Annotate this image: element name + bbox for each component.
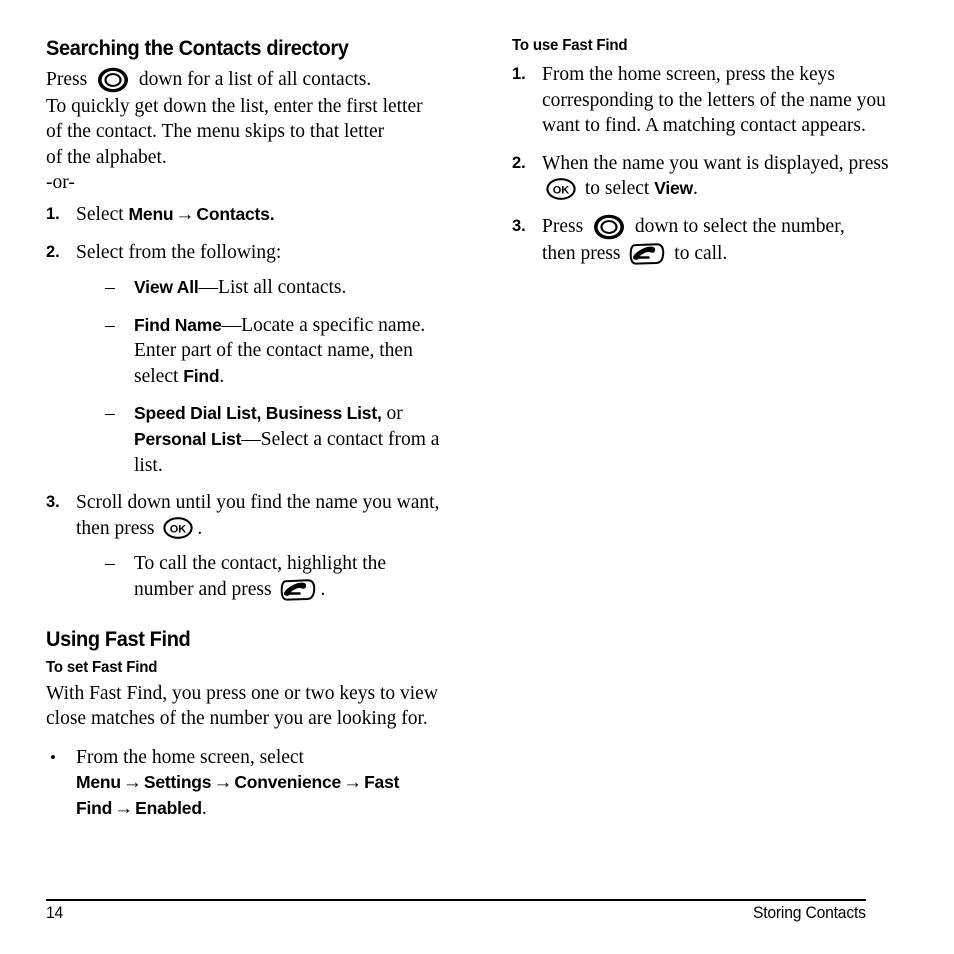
- arrow-icon: →: [175, 203, 195, 225]
- left-column: Searching the Contacts directory Press d…: [46, 36, 442, 822]
- heading-to-use-fast-find: To use Fast Find: [512, 37, 628, 54]
- page-columns: Searching the Contacts directory Press d…: [46, 36, 908, 822]
- ok-key-icon: OK: [546, 178, 576, 200]
- manual-page: Searching the Contacts directory Press d…: [0, 0, 954, 954]
- footer-section-label: Storing Contacts: [753, 904, 866, 922]
- dash-marker: –: [105, 314, 115, 336]
- bullet-marker: •: [50, 747, 56, 767]
- bullet-suffix: .: [201, 798, 207, 819]
- option-find-name: – Find Name—Locate a specific name. Enter…: [105, 313, 442, 390]
- use-step-2-number: 2.: [512, 153, 526, 172]
- use-step-3-text-a: down to select the number,: [634, 215, 845, 237]
- page-footer: 14 Storing Contacts: [46, 904, 866, 923]
- ok-key-icon: OK: [163, 517, 194, 540]
- svg-text:OK: OK: [170, 524, 187, 536]
- or-separator: -or-: [46, 172, 75, 194]
- set-para-line-1: With Fast Find, you press one or two key…: [46, 682, 438, 704]
- arrow-icon: →: [122, 772, 142, 794]
- step-1-number: 1.: [46, 204, 60, 223]
- step-2-text: Select from the following:: [76, 241, 282, 263]
- option-find-name-tail: .: [219, 365, 225, 387]
- menu-item-menu: Menu: [128, 203, 174, 224]
- dash-marker: –: [105, 553, 115, 575]
- menu-item-find-name: Find Name: [134, 314, 222, 335]
- intro-line-4: of the alphabet.: [46, 146, 167, 168]
- use-step-3-number: 3.: [512, 216, 526, 235]
- heading-using-fast-find: Using Fast Find: [46, 626, 191, 651]
- menu-item-view: View: [654, 178, 693, 199]
- use-fast-find-steps: 1. From the home screen, press the keys …: [512, 62, 908, 266]
- option-view-all: – View All—List all contacts.: [105, 275, 442, 301]
- use-step-3: 3. Press down to select the number, then…: [512, 214, 908, 266]
- menu-item-settings: Settings: [143, 772, 212, 793]
- option-call-contact-text: To call the contact, highlight the numbe…: [134, 553, 387, 601]
- footer-divider: [46, 899, 866, 901]
- bullet-enable-fast-find: • From the home screen, select Menu → Setti…: [46, 745, 442, 822]
- step-3-period: .: [197, 517, 203, 539]
- menu-item-speed-business-list: Speed Dial List, Business List,: [134, 403, 382, 424]
- menu-item-contacts: Contacts.: [196, 203, 275, 224]
- step-3-options: – To call the contact, highlight the numb…: [76, 551, 442, 602]
- menu-item-view-all: View All: [134, 277, 199, 298]
- intro-line-2: To quickly get down the list, enter the …: [46, 95, 423, 117]
- em-dash: —: [198, 277, 219, 299]
- intro-paragraph: Press down for a list of all contacts. T…: [46, 67, 442, 170]
- searching-steps-list: 1. Select Menu → Contacts. 2. Select from …: [46, 202, 442, 603]
- menu-item-menu: Menu: [76, 772, 121, 793]
- option-call-contact-period: .: [320, 579, 326, 601]
- step-2-options: – View All—List all contacts. – Find Name—…: [76, 275, 442, 478]
- use-step-3-text-b: then press: [542, 242, 621, 264]
- call-key-icon: [629, 242, 665, 265]
- em-dash: —: [221, 314, 242, 336]
- arrow-icon: →: [343, 772, 363, 794]
- bullet-prefix: From the home screen, select: [76, 746, 304, 768]
- use-step-3-text-c: to call.: [674, 242, 728, 264]
- use-step-2-text-b: to select: [584, 178, 655, 200]
- step-3: 3. Scroll down until you find the name y…: [46, 490, 442, 602]
- heading-to-set-fast-find: To set Fast Find: [46, 658, 158, 676]
- use-step-3-press: Press: [542, 215, 584, 237]
- dash-marker: –: [105, 277, 115, 299]
- use-step-2-text: When the name you want is displayed, pre…: [542, 152, 889, 174]
- navigation-key-icon: [97, 67, 129, 93]
- right-column: To use Fast Find 1. From the home screen…: [512, 36, 908, 266]
- set-para-line-2: close matches of the number you are look…: [46, 708, 428, 730]
- step-2: 2. Select from the following: – View All—…: [46, 240, 442, 479]
- menu-item-enabled: Enabled: [135, 798, 202, 818]
- option-lists: – Speed Dial List, Business List, or Pers…: [105, 401, 442, 478]
- intro-line-3: of the contact. The menu skips to that l…: [46, 121, 385, 143]
- step-1-prefix: Select: [76, 203, 129, 225]
- step-3-number: 3.: [46, 493, 60, 512]
- option-view-all-desc: List all contacts.: [218, 277, 347, 299]
- set-fast-find-paragraph: With Fast Find, you press one or two key…: [46, 681, 442, 732]
- menu-item-personal-list: Personal List: [134, 429, 242, 450]
- arrow-icon: →: [114, 798, 134, 819]
- navigation-key-icon: [593, 214, 625, 240]
- use-step-1-text: From the home screen, press the keys cor…: [542, 64, 886, 137]
- option-call-contact: – To call the contact, highlight the numb…: [105, 551, 442, 602]
- arrow-icon: →: [213, 772, 233, 794]
- use-step-2: 2. When the name you want is displayed, …: [512, 151, 908, 202]
- option-lists-mid: or: [381, 403, 403, 425]
- intro-after-icon: down for a list of all contacts.: [138, 69, 372, 90]
- page-number: 14: [46, 904, 64, 922]
- use-step-1-number: 1.: [512, 65, 526, 83]
- heading-searching-contacts: Searching the Contacts directory: [46, 36, 349, 60]
- step-3-text: Scroll down until you find the name you …: [76, 492, 440, 539]
- set-fast-find-bullets: • From the home screen, select Menu → Setti…: [46, 745, 442, 822]
- call-key-icon: [280, 578, 316, 601]
- use-step-2-period: .: [692, 178, 698, 200]
- em-dash: —: [241, 429, 261, 451]
- step-1: 1. Select Menu → Contacts.: [46, 202, 442, 228]
- use-step-1: 1. From the home screen, press the keys …: [512, 62, 908, 139]
- step-2-number: 2.: [46, 242, 60, 261]
- svg-text:OK: OK: [553, 185, 570, 197]
- menu-item-find: Find: [183, 365, 220, 386]
- dash-marker: –: [105, 403, 115, 425]
- intro-press-word: Press: [46, 69, 88, 90]
- menu-item-convenience: Convenience: [234, 772, 342, 793]
